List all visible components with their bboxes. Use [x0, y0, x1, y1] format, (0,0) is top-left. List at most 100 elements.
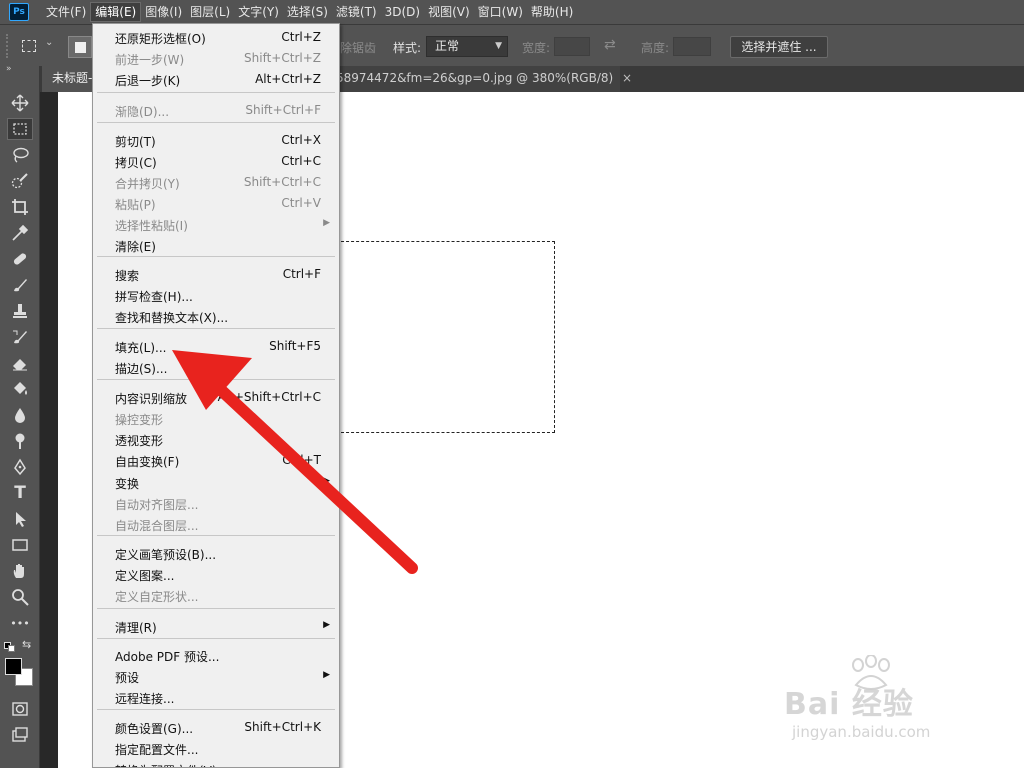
menu-item-row[interactable]: 指定配置文件...: [93, 738, 339, 759]
menu-item-label: 透视变形: [115, 434, 164, 448]
foreground-color-swatch[interactable]: [5, 658, 22, 675]
quick-select-icon[interactable]: [7, 170, 33, 192]
menu-item-shortcut: Shift+F5: [269, 339, 321, 353]
menu-item-label: 操控变形: [115, 413, 164, 427]
menu-item-label: 剪切(T): [115, 135, 156, 149]
healing-icon[interactable]: [7, 248, 33, 270]
chevron-down-icon: ⌄: [45, 37, 54, 48]
menu-item-row[interactable]: 自由变换(F) Ctrl+T: [93, 450, 339, 471]
blur-icon[interactable]: [7, 404, 33, 426]
menu-item-row[interactable]: 变换 ▶: [93, 472, 339, 493]
menu-item[interactable]: 编辑(E): [90, 2, 142, 22]
swap-dimensions-icon[interactable]: ⇄: [604, 37, 616, 53]
submenu-arrow-icon: ▶: [323, 476, 330, 486]
stamp-icon[interactable]: [7, 300, 33, 322]
menu-item-shortcut: Ctrl+V: [281, 196, 321, 210]
path-select-icon[interactable]: [7, 508, 33, 530]
hand-icon[interactable]: [7, 560, 33, 582]
menu-item-row[interactable]: 透视变形: [93, 429, 339, 450]
screen-mode-icon[interactable]: [7, 724, 33, 746]
menu-item-label: 定义自定形状...: [115, 590, 199, 604]
menu-item-row[interactable]: 搜索 Ctrl+F: [93, 264, 339, 285]
type-icon[interactable]: T: [7, 482, 33, 504]
tab-image-document[interactable]: 58974472&fm=26&gp=0.jpg @ 380%(RGB/8): [336, 66, 620, 92]
more-icon[interactable]: •••: [7, 612, 33, 634]
menu-item-row[interactable]: 拷贝(C) Ctrl+C: [93, 151, 339, 172]
menu-item-row[interactable]: 清理(R) ▶: [93, 616, 339, 637]
menu-item[interactable]: 文字(Y): [234, 2, 283, 22]
menu-item-row[interactable]: 查找和替换文本(X)...: [93, 306, 339, 327]
menu-item-row[interactable]: Adobe PDF 预设...: [93, 645, 339, 666]
width-input[interactable]: [554, 37, 590, 56]
menu-item-row[interactable]: 描边(S)...: [93, 357, 339, 378]
photoshop-logo: Ps: [9, 3, 29, 21]
close-icon[interactable]: ×: [622, 71, 632, 85]
rect-marquee-icon[interactable]: [7, 118, 33, 140]
quick-mask-icon[interactable]: [7, 698, 33, 720]
type-glyph: T: [14, 483, 26, 503]
menu-item-row[interactable]: 后退一步(K) Alt+Ctrl+Z: [93, 69, 339, 90]
menu-item-label: 填充(L)...: [115, 341, 167, 355]
menu-item-label: 定义画笔预设(B)...: [115, 548, 217, 562]
menu-item[interactable]: 图像(I): [141, 2, 186, 22]
menu-item[interactable]: 滤镜(T): [332, 2, 381, 22]
menu-item-row: 选择性粘贴(I) ▶: [93, 214, 339, 235]
menu-item-row[interactable]: 定义画笔预设(B)...: [93, 543, 339, 564]
menu-item[interactable]: 文件(F): [42, 2, 90, 22]
default-colors-icon[interactable]: [4, 642, 16, 652]
menu-item-row[interactable]: 颜色设置(G)... Shift+Ctrl+K: [93, 717, 339, 738]
pen-icon[interactable]: [7, 456, 33, 478]
menu-item[interactable]: 窗口(W): [474, 2, 527, 22]
menu-item-label: 前进一步(W): [115, 53, 185, 67]
select-and-mask-button[interactable]: 选择并遮住 ...: [730, 36, 828, 58]
menu-item-shortcut: Alt+Ctrl+Z: [255, 72, 321, 86]
eyedropper-icon[interactable]: [7, 222, 33, 244]
height-input[interactable]: [673, 37, 711, 56]
paint-bucket-icon[interactable]: [7, 378, 33, 400]
menu-item[interactable]: 图层(L): [186, 2, 234, 22]
menu-item-label: 内容识别缩放: [115, 392, 188, 406]
menu-item[interactable]: 选择(S): [283, 2, 332, 22]
new-selection-button[interactable]: [68, 36, 92, 58]
menu-separator: [97, 709, 335, 710]
tab-untitled[interactable]: 未标题-: [42, 66, 96, 92]
menu-item-row[interactable]: 转换为配置文件(V)...: [93, 759, 339, 767]
history-brush-icon[interactable]: [7, 326, 33, 348]
menu-item-row[interactable]: 剪切(T) Ctrl+X: [93, 130, 339, 151]
tool-preset-picker[interactable]: ⌄: [20, 37, 60, 55]
style-select[interactable]: 正常 ▼: [426, 36, 508, 57]
zoom-icon[interactable]: [7, 586, 33, 608]
menu-item-row[interactable]: 还原矩形选框(O) Ctrl+Z: [93, 27, 339, 48]
submenu-arrow-icon: ▶: [323, 218, 330, 228]
menu-item-row[interactable]: 内容识别缩放 Alt+Shift+Ctrl+C: [93, 387, 339, 408]
swap-colors-icon[interactable]: ⇆: [22, 638, 31, 651]
menu-item-row[interactable]: 定义图案...: [93, 564, 339, 585]
menu-item[interactable]: 视图(V): [424, 2, 474, 22]
move-icon[interactable]: [7, 92, 33, 114]
menu-item[interactable]: 3D(D): [381, 2, 424, 22]
toolbox: » T ••• ⇆: [0, 64, 40, 768]
menu-separator: [97, 638, 335, 639]
menu-item-row: 粘贴(P) Ctrl+V: [93, 193, 339, 214]
crop-icon[interactable]: [7, 196, 33, 218]
menu-item-label: 拷贝(C): [115, 156, 157, 170]
menu-item[interactable]: 帮助(H): [527, 2, 577, 22]
menu-item-row: 定义自定形状...: [93, 585, 339, 606]
menu-item-row[interactable]: 预设 ▶: [93, 666, 339, 687]
menu-item-row: 渐隐(D)... Shift+Ctrl+F: [93, 100, 339, 121]
dodge-icon[interactable]: [7, 430, 33, 452]
rectangle-icon[interactable]: [7, 534, 33, 556]
menu-item-shortcut: Ctrl+F: [282, 267, 321, 281]
menu-item-row[interactable]: 拼写检查(H)...: [93, 285, 339, 306]
collapse-toolbox-icon[interactable]: »: [6, 64, 12, 74]
menu-item-row[interactable]: 清除(E): [93, 235, 339, 256]
menu-bar: Ps 文件(F) 编辑(E) 图像(I) 图层(L) 文字(Y) 选择(S) 滤镜(T) 3D…: [0, 0, 1024, 24]
menu-item-row[interactable]: 远程连接...: [93, 687, 339, 708]
brush-icon[interactable]: [7, 274, 33, 296]
eraser-icon[interactable]: [7, 352, 33, 374]
menu-separator: [97, 608, 335, 609]
menu-item-row[interactable]: 填充(L)... Shift+F5: [93, 336, 339, 357]
options-grip[interactable]: [6, 34, 10, 58]
menu-item-label: 转换为配置文件(V)...: [115, 762, 228, 767]
lasso-icon[interactable]: [7, 144, 33, 166]
